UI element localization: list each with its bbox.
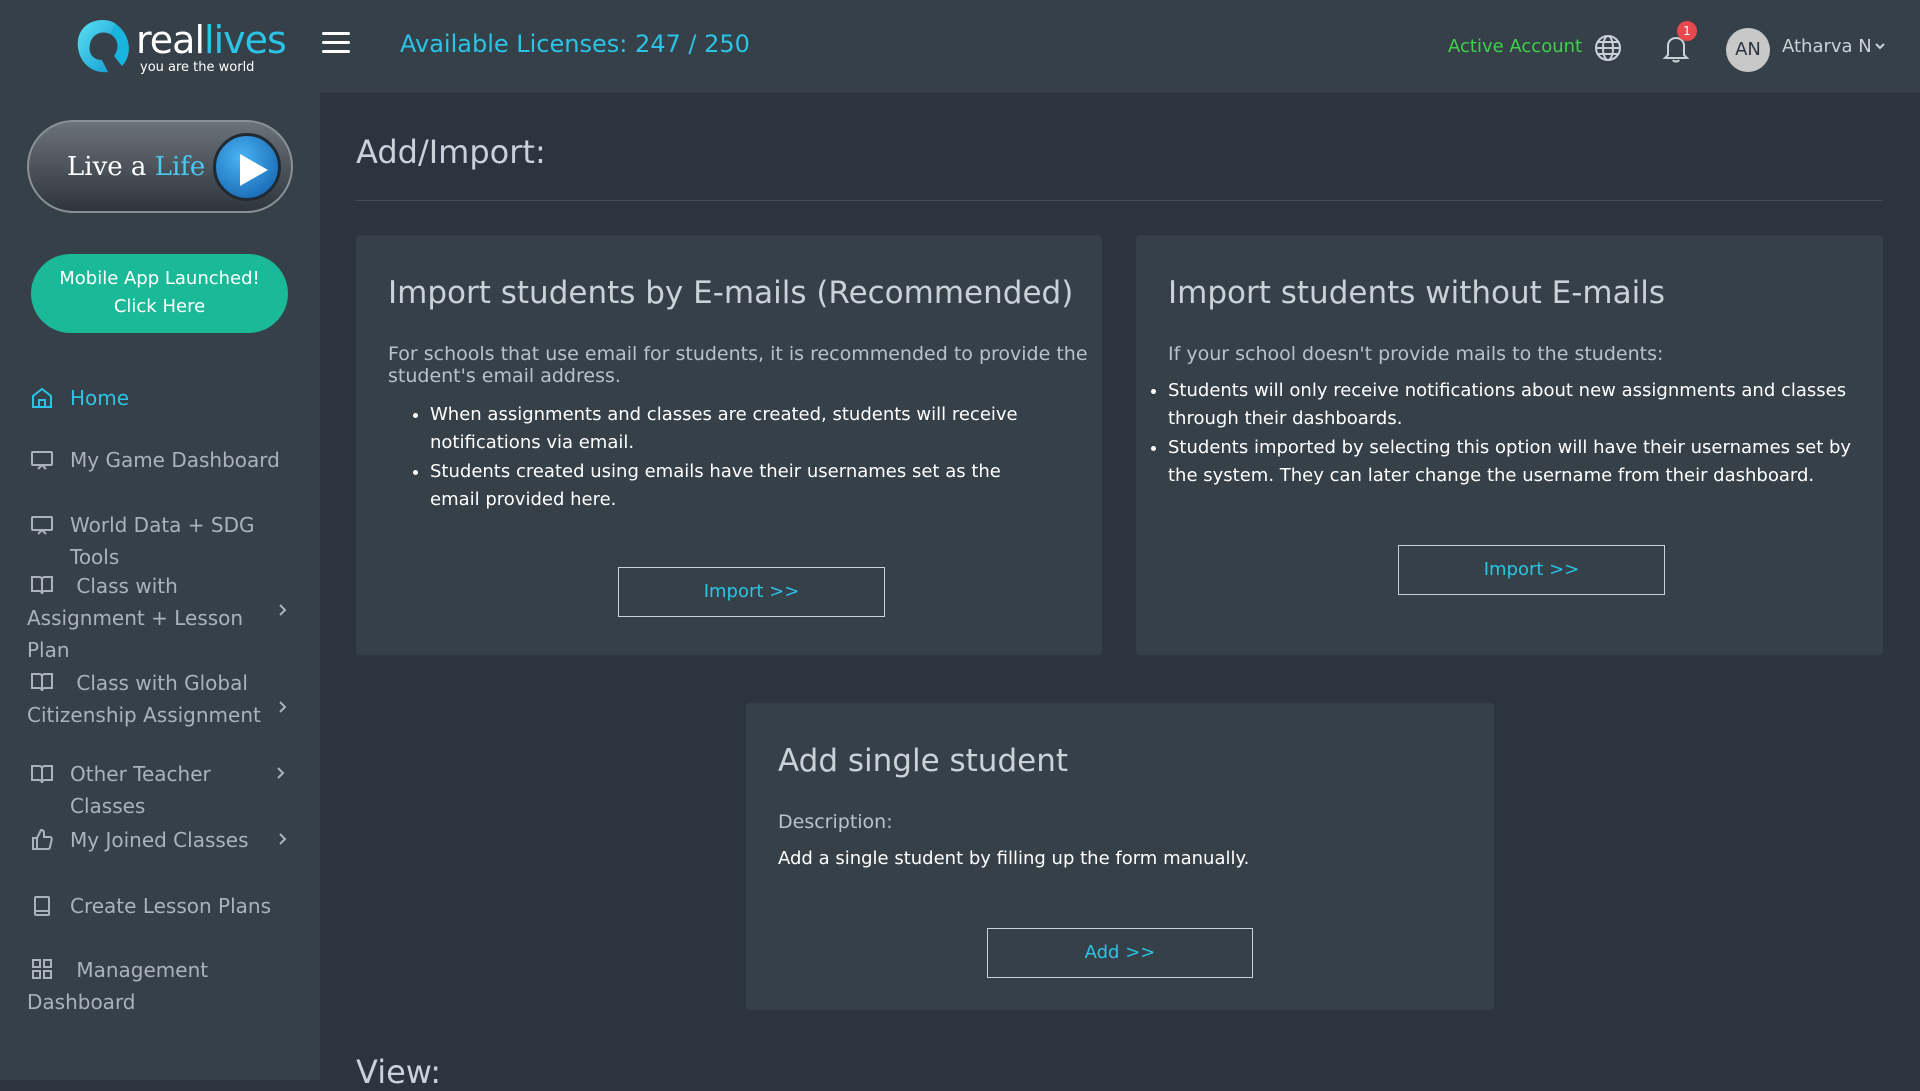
- live-a-life-button[interactable]: Live a Life: [27, 120, 293, 213]
- sidebar-item-joined-classes[interactable]: My Joined Classes: [0, 812, 320, 878]
- card-bullets: When assignments and classes are created…: [430, 401, 1020, 515]
- view-section-title: View:: [356, 1053, 441, 1091]
- sidebar-item-class-assignment[interactable]: Class with Assignment + Lesson Plan: [0, 554, 320, 662]
- sidebar-item-management-dashboard[interactable]: Management Dashboard: [0, 942, 320, 1022]
- sidebar-item-label: Create Lesson Plans: [70, 894, 271, 918]
- chevron-right-icon: [279, 603, 287, 616]
- sidebar-item-game-dashboard[interactable]: My Game Dashboard: [0, 424, 320, 489]
- brand-name: reallives: [136, 18, 287, 62]
- sidebar-item-other-classes[interactable]: Other Teacher Classes: [0, 748, 320, 818]
- avatar[interactable]: AN: [1726, 28, 1770, 72]
- chevron-right-icon: [279, 700, 287, 713]
- import-by-email-button[interactable]: Import >>: [618, 567, 885, 617]
- card-subtitle: If your school doesn't provide mails to …: [1168, 343, 1664, 365]
- brand-tagline: you are the world: [140, 60, 255, 75]
- sidebar: reallives you are the world Live a Life …: [0, 0, 320, 1080]
- description-text: Add a single student by filling up the f…: [778, 848, 1250, 869]
- monitor-icon: [31, 516, 53, 535]
- list-item: Students created using emails have their…: [430, 458, 1020, 514]
- card-title: Add single student: [778, 743, 1069, 779]
- chevron-right-icon: [277, 767, 285, 779]
- book-icon: [31, 673, 53, 692]
- sidebar-nav: Home My Game Dashboard World Data + SDG …: [0, 372, 320, 1022]
- import-without-email-button[interactable]: Import >>: [1398, 545, 1665, 595]
- divider: [356, 200, 1883, 201]
- brand-logo[interactable]: reallives you are the world: [72, 14, 287, 80]
- live-a-life-label: Live a Life: [67, 152, 206, 182]
- grid-icon: [32, 959, 52, 979]
- list-item: Students imported by selecting this opti…: [1168, 434, 1858, 490]
- chevron-right-icon: [279, 833, 287, 845]
- notebook-icon: [34, 896, 50, 916]
- logo-mark-icon: [77, 20, 129, 73]
- sidebar-item-label: Class with Assignment + Lesson Plan: [27, 574, 244, 662]
- card-title: Import students without E-mails: [1168, 275, 1665, 311]
- book-icon: [31, 576, 53, 595]
- sidebar-item-label: Management Dashboard: [27, 958, 209, 1014]
- card-bullets: Students will only receive notifications…: [1168, 377, 1858, 491]
- available-licenses: Available Licenses: 247 / 250: [400, 30, 750, 58]
- menu-toggle-icon[interactable]: [322, 32, 350, 54]
- main-content: Add/Import: Import students by E-mails (…: [320, 93, 1920, 1091]
- monitor-icon: [31, 451, 53, 470]
- import-without-email-card: Import students without E-mails If your …: [1136, 235, 1883, 655]
- mobile-app-button[interactable]: Mobile App Launched! Click Here: [31, 254, 288, 333]
- page-title: Add/Import:: [356, 133, 546, 171]
- description-label: Description:: [778, 811, 893, 833]
- card-title: Import students by E-mails (Recommended): [388, 275, 1074, 311]
- globe-icon[interactable]: [1594, 34, 1622, 62]
- sidebar-item-label: My Game Dashboard: [70, 448, 280, 472]
- add-single-student-button[interactable]: Add >>: [987, 928, 1253, 978]
- thumbs-up-icon: [32, 828, 53, 850]
- notification-badge: 1: [1677, 21, 1697, 41]
- sidebar-item-label: Home: [70, 386, 130, 410]
- chevron-down-icon[interactable]: [1874, 42, 1886, 50]
- sidebar-item-label: My Joined Classes: [70, 828, 249, 852]
- sidebar-item-class-global[interactable]: Class with Global Citizenship Assignment: [0, 651, 320, 748]
- home-icon: [32, 387, 52, 408]
- sidebar-item-create-lesson-plans[interactable]: Create Lesson Plans: [0, 878, 320, 942]
- book-icon: [31, 765, 53, 784]
- list-item: When assignments and classes are created…: [430, 401, 1020, 457]
- play-icon: [213, 133, 281, 201]
- sidebar-item-home[interactable]: Home: [0, 372, 320, 424]
- user-name[interactable]: Atharva N: [1782, 36, 1872, 57]
- mobile-app-line2: Click Here: [113, 296, 206, 317]
- sidebar-item-label: Class with Global Citizenship Assignment: [27, 671, 261, 727]
- mobile-app-line1: Mobile App Launched!: [59, 268, 260, 289]
- card-subtitle: For schools that use email for students,…: [388, 343, 1088, 387]
- account-status: Active Account: [1448, 36, 1583, 57]
- list-item: Students will only receive notifications…: [1168, 377, 1858, 433]
- import-by-email-card: Import students by E-mails (Recommended)…: [356, 235, 1102, 655]
- add-single-student-card: Add single student Description: Add a si…: [746, 703, 1494, 1010]
- sidebar-item-world-data[interactable]: World Data + SDG Tools: [0, 489, 320, 569]
